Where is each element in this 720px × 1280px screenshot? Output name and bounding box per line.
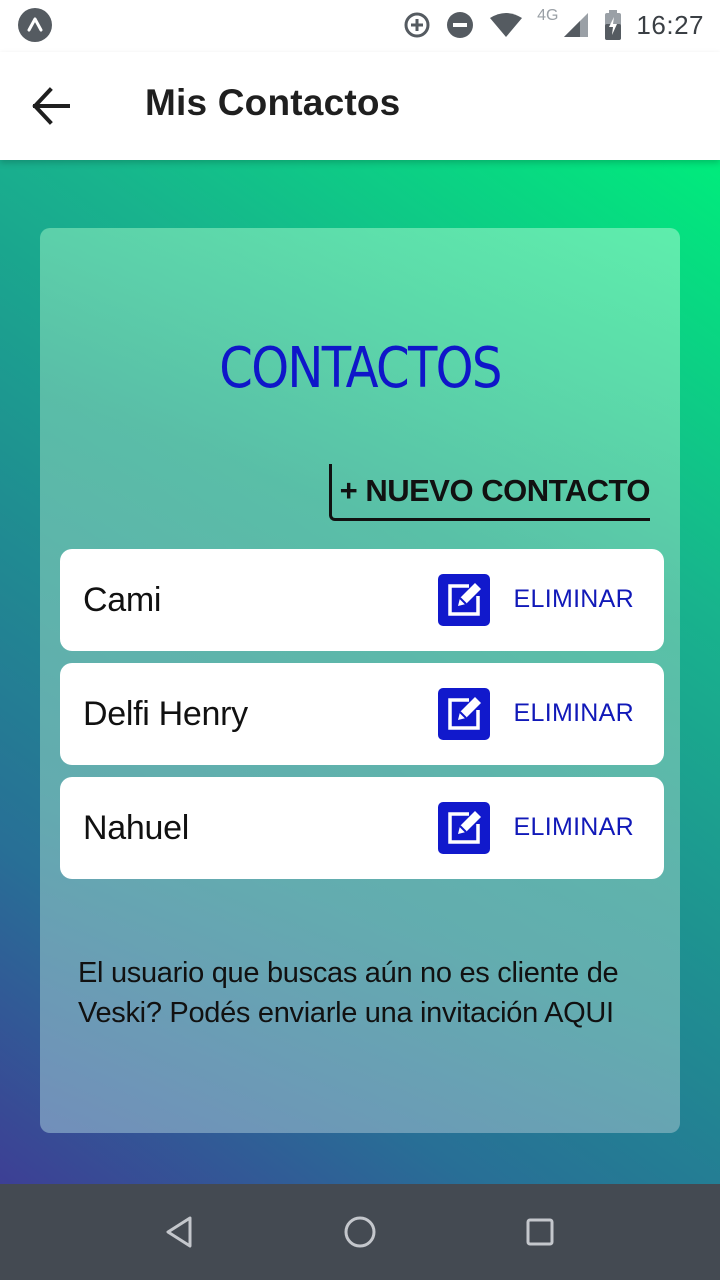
network-type-label: 4G <box>537 7 559 24</box>
edit-contact-button[interactable] <box>438 688 490 740</box>
recents-square-icon <box>526 1218 554 1246</box>
contact-row[interactable]: Nahuel ELIMINAR <box>60 777 664 879</box>
delete-contact-button[interactable]: ELIMINAR <box>514 699 634 728</box>
contact-row[interactable]: Cami ELIMINAR <box>60 549 664 651</box>
app-bar: Mis Contactos <box>0 52 720 160</box>
app-notification-icon <box>18 8 52 42</box>
contact-name: Nahuel <box>83 809 189 847</box>
status-bar: 4G 16:27 <box>0 0 720 52</box>
delete-contact-button[interactable]: ELIMINAR <box>514 585 634 614</box>
arrow-back-icon <box>32 87 70 125</box>
data-saver-icon <box>404 12 430 38</box>
nav-home-button[interactable] <box>340 1212 380 1252</box>
new-contact-button[interactable]: + NUEVO CONTACTO <box>328 464 651 521</box>
edit-pencil-icon <box>448 811 481 844</box>
wifi-icon <box>490 13 523 37</box>
edit-pencil-icon <box>448 697 481 730</box>
edit-pencil-icon <box>448 583 481 616</box>
contact-name: Delfi Henry <box>83 695 248 733</box>
nav-recents-button[interactable] <box>520 1212 560 1252</box>
status-time: 16:27 <box>636 9 704 40</box>
edit-contact-button[interactable] <box>438 802 490 854</box>
delete-contact-button[interactable]: ELIMINAR <box>514 813 634 842</box>
back-triangle-icon <box>166 1216 192 1248</box>
page-title: Mis Contactos <box>145 82 401 123</box>
do-not-disturb-icon <box>447 12 474 38</box>
nav-back-button[interactable] <box>160 1212 200 1252</box>
battery-charging-icon <box>605 10 622 40</box>
back-button[interactable] <box>30 86 74 126</box>
edit-contact-button[interactable] <box>438 574 490 626</box>
invite-text[interactable]: El usuario que buscas aún no es cliente … <box>78 953 668 1033</box>
navigation-bar <box>0 1184 720 1280</box>
signal-icon <box>564 13 589 37</box>
contacts-card: CONTACTOS + NUEVO CONTACTO Cami ELIMINAR… <box>40 228 680 1133</box>
contacts-heading: CONTACTOS <box>219 336 502 401</box>
contact-row[interactable]: Delfi Henry ELIMINAR <box>60 663 664 765</box>
contact-name: Cami <box>83 581 162 619</box>
home-circle-icon <box>344 1216 376 1248</box>
